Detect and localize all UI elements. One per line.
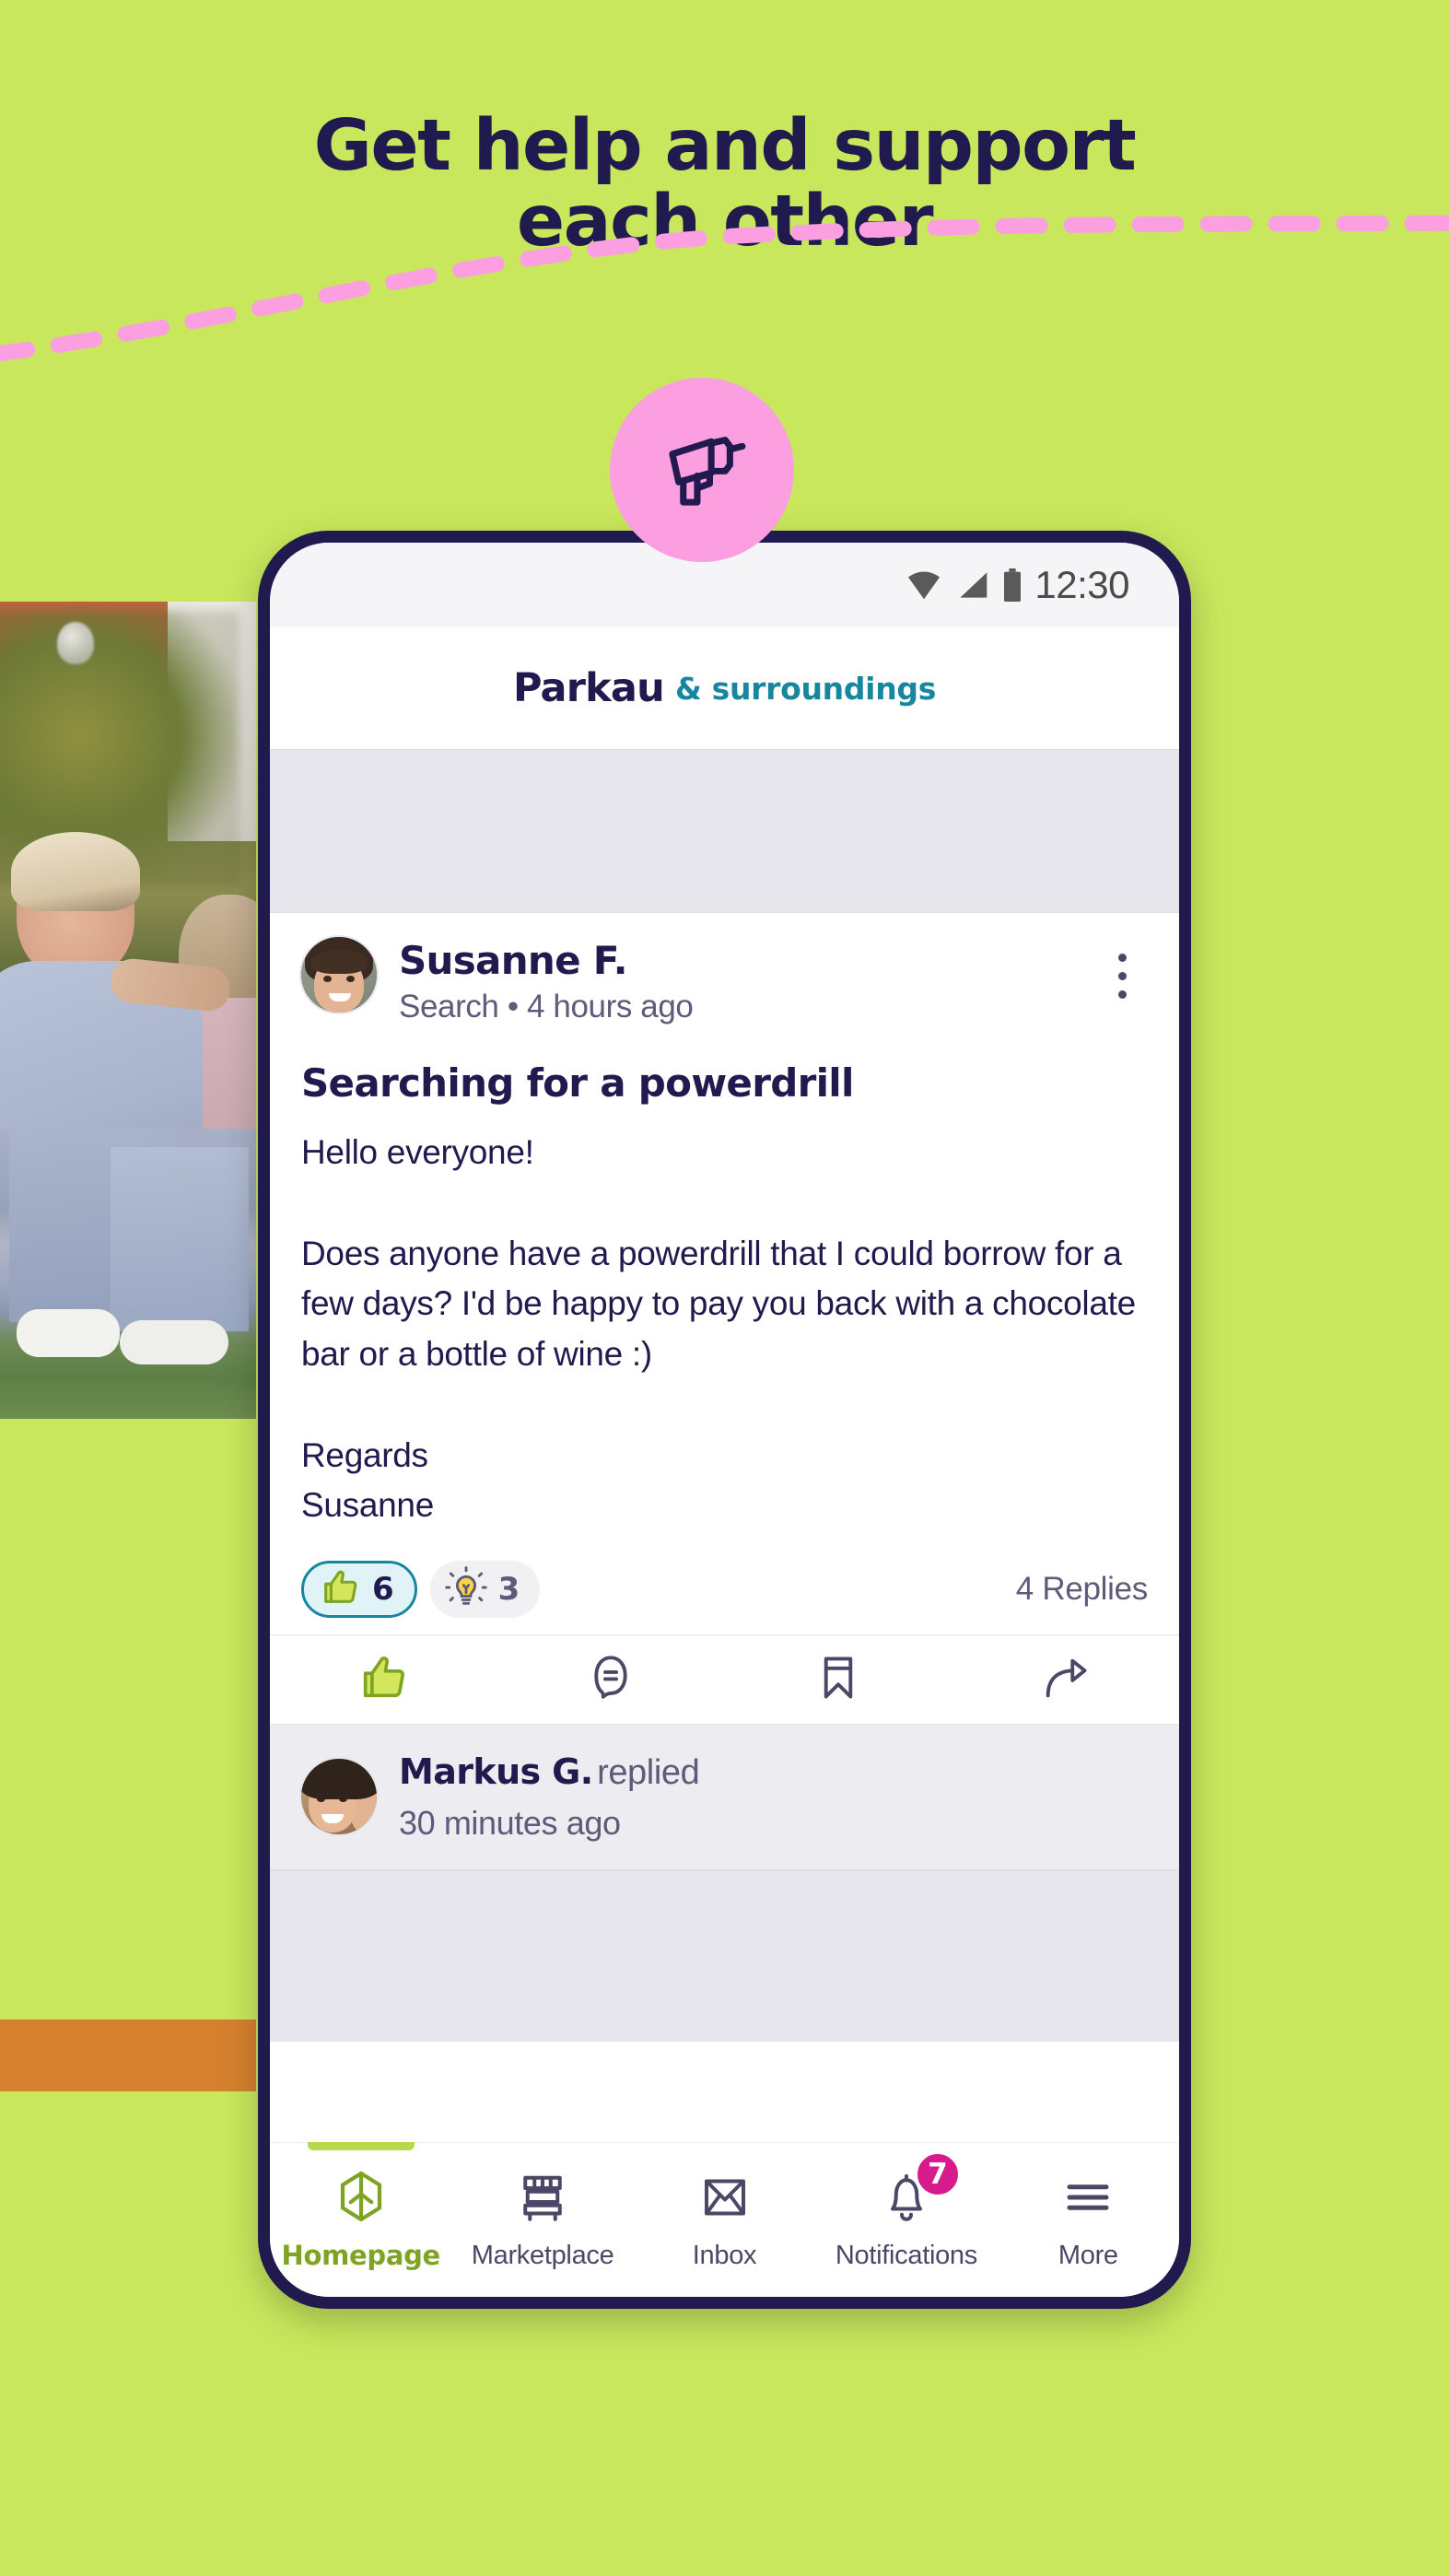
nav-item-marketplace[interactable]: Marketplace — [451, 2143, 633, 2297]
avatar[interactable] — [301, 1759, 377, 1835]
nav-item-inbox[interactable]: Inbox — [634, 2143, 815, 2297]
active-tab-indicator — [307, 2142, 415, 2150]
bottom-navigation: Homepage Marketplace Inbox 7 Notificatio… — [270, 2142, 1179, 2297]
nav-item-more[interactable]: More — [998, 2143, 1179, 2297]
share-button[interactable] — [952, 1635, 1179, 1724]
reaction-row: 6 3 4 Replies — [301, 1561, 1148, 1634]
comment-button[interactable] — [497, 1635, 725, 1724]
reaction-count: 3 — [497, 1571, 520, 1609]
leaf-home-icon — [333, 2169, 389, 2229]
wifi-icon — [905, 569, 943, 601]
post-body: Hello everyone! Does anyone have a power… — [301, 1133, 1136, 1525]
reply-text: Markus G. replied 30 minutes ago — [399, 1749, 700, 1845]
post-meta-line: Search • 4 hours ago — [399, 989, 694, 1025]
status-bar-time: 12:30 — [1034, 563, 1129, 606]
thumbs-up-icon — [319, 1566, 361, 1613]
app-location-title: Parkau — [512, 665, 665, 711]
share-arrow-icon — [1039, 1651, 1093, 1709]
avatar[interactable] — [301, 937, 377, 1013]
reaction-count: 6 — [372, 1571, 394, 1609]
post-header: Susanne F. Search • 4 hours ago — [301, 937, 1148, 1025]
nav-label: Homepage — [281, 2240, 440, 2271]
bookmark-icon — [812, 1651, 865, 1709]
feed-placeholder-top — [270, 749, 1179, 913]
post-meta: Susanne F. Search • 4 hours ago — [399, 937, 1074, 1025]
nav-item-notifications[interactable]: 7 Notifications — [815, 2143, 997, 2297]
battery-icon — [1002, 568, 1022, 602]
feed[interactable]: Susanne F. Search • 4 hours ago Searchin… — [270, 749, 1179, 2142]
comment-bubble-icon — [584, 1651, 637, 1709]
reaction-chip-thumbs-up[interactable]: 6 — [301, 1561, 417, 1619]
replies-count-label[interactable]: 4 Replies — [1016, 1571, 1149, 1608]
cellular-signal-icon — [955, 569, 990, 601]
power-drill-icon — [652, 418, 752, 522]
reply-timestamp: 30 minutes ago — [399, 1804, 621, 1843]
nav-label: Marketplace — [471, 2240, 614, 2270]
reply-verb: replied — [597, 1753, 700, 1793]
post-author-name[interactable]: Susanne F. — [399, 939, 1074, 982]
nav-label: More — [1058, 2240, 1118, 2270]
nav-label: Notifications — [835, 2240, 977, 2270]
lifestyle-photo-top — [0, 602, 256, 1129]
market-stall-icon — [515, 2170, 570, 2230]
lifestyle-photo-bottom — [0, 1129, 256, 1419]
feed-placeholder-bottom — [270, 1869, 1179, 2042]
hamburger-menu-icon — [1060, 2170, 1116, 2230]
bookmark-button[interactable] — [725, 1635, 952, 1724]
nav-label: Inbox — [692, 2240, 757, 2270]
reply-headline: Markus G. replied — [399, 1749, 700, 1796]
envelope-icon — [697, 2170, 753, 2230]
phone-mockup: 12:30 Parkau & surroundings Susanne F. S… — [258, 531, 1191, 2309]
post-title: Searching for a powerdrill — [301, 1060, 854, 1107]
thumbs-up-icon — [356, 1651, 410, 1709]
lightbulb-icon — [444, 1565, 487, 1613]
orange-accent-bar — [0, 2020, 256, 2091]
kebab-menu-icon[interactable] — [1096, 937, 1148, 999]
reaction-chip-lightbulb[interactable]: 3 — [429, 1561, 541, 1619]
post-action-bar — [270, 1634, 1179, 1726]
like-button[interactable] — [270, 1635, 497, 1724]
reply-author-name: Markus G. — [399, 1751, 593, 1793]
app-location-subtitle: & surroundings — [674, 670, 937, 707]
power-drill-badge — [610, 378, 794, 562]
reply-row[interactable]: Markus G. replied 30 minutes ago — [270, 1725, 1179, 1870]
notification-badge: 7 — [913, 2150, 962, 2198]
post-card: Susanne F. Search • 4 hours ago Searchin… — [270, 913, 1179, 1635]
app-header: Parkau & surroundings — [270, 627, 1179, 749]
phone-screen: 12:30 Parkau & surroundings Susanne F. S… — [270, 543, 1179, 2297]
nav-item-homepage[interactable]: Homepage — [270, 2142, 451, 2297]
